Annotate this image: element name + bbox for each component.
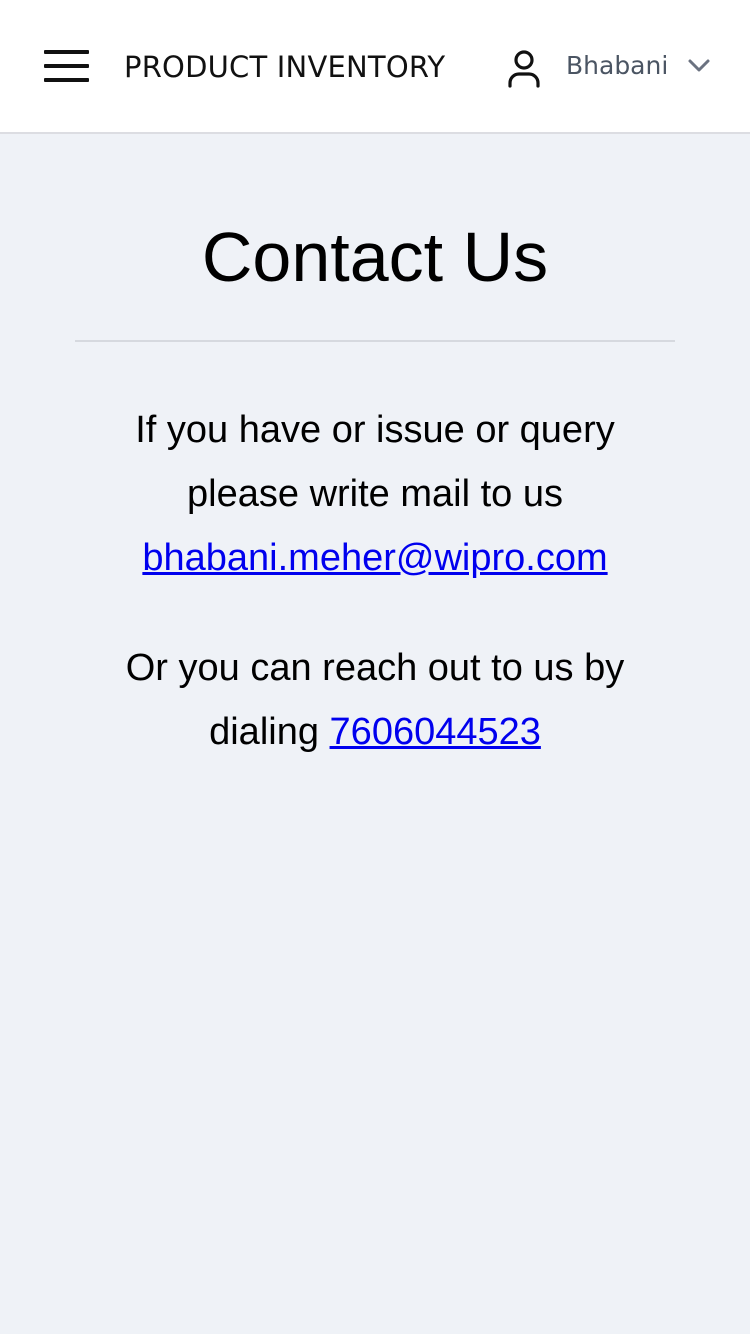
email-link[interactable]: bhabani.meher@wipro.com: [142, 537, 607, 579]
user-icon: [508, 50, 540, 88]
user-name: Bhabani: [566, 51, 669, 80]
phone-link[interactable]: 7606044523: [330, 711, 541, 753]
top-header: PRODUCT INVENTORY Bhabani: [0, 0, 750, 134]
user-menu-button[interactable]: Bhabani: [504, 44, 719, 90]
hamburger-menu-icon[interactable]: [44, 50, 90, 86]
phone-paragraph: Or you can reach out to us by dialing 76…: [75, 636, 675, 764]
divider: [75, 340, 675, 342]
contact-content: Contact Us If you have or issue or query…: [75, 134, 675, 764]
mail-text: If you have or issue or query please wri…: [135, 409, 615, 515]
brand-title[interactable]: PRODUCT INVENTORY: [124, 46, 445, 88]
chevron-down-icon: [688, 59, 710, 72]
mail-paragraph: If you have or issue or query please wri…: [75, 398, 675, 590]
page-title: Contact Us: [201, 218, 549, 296]
